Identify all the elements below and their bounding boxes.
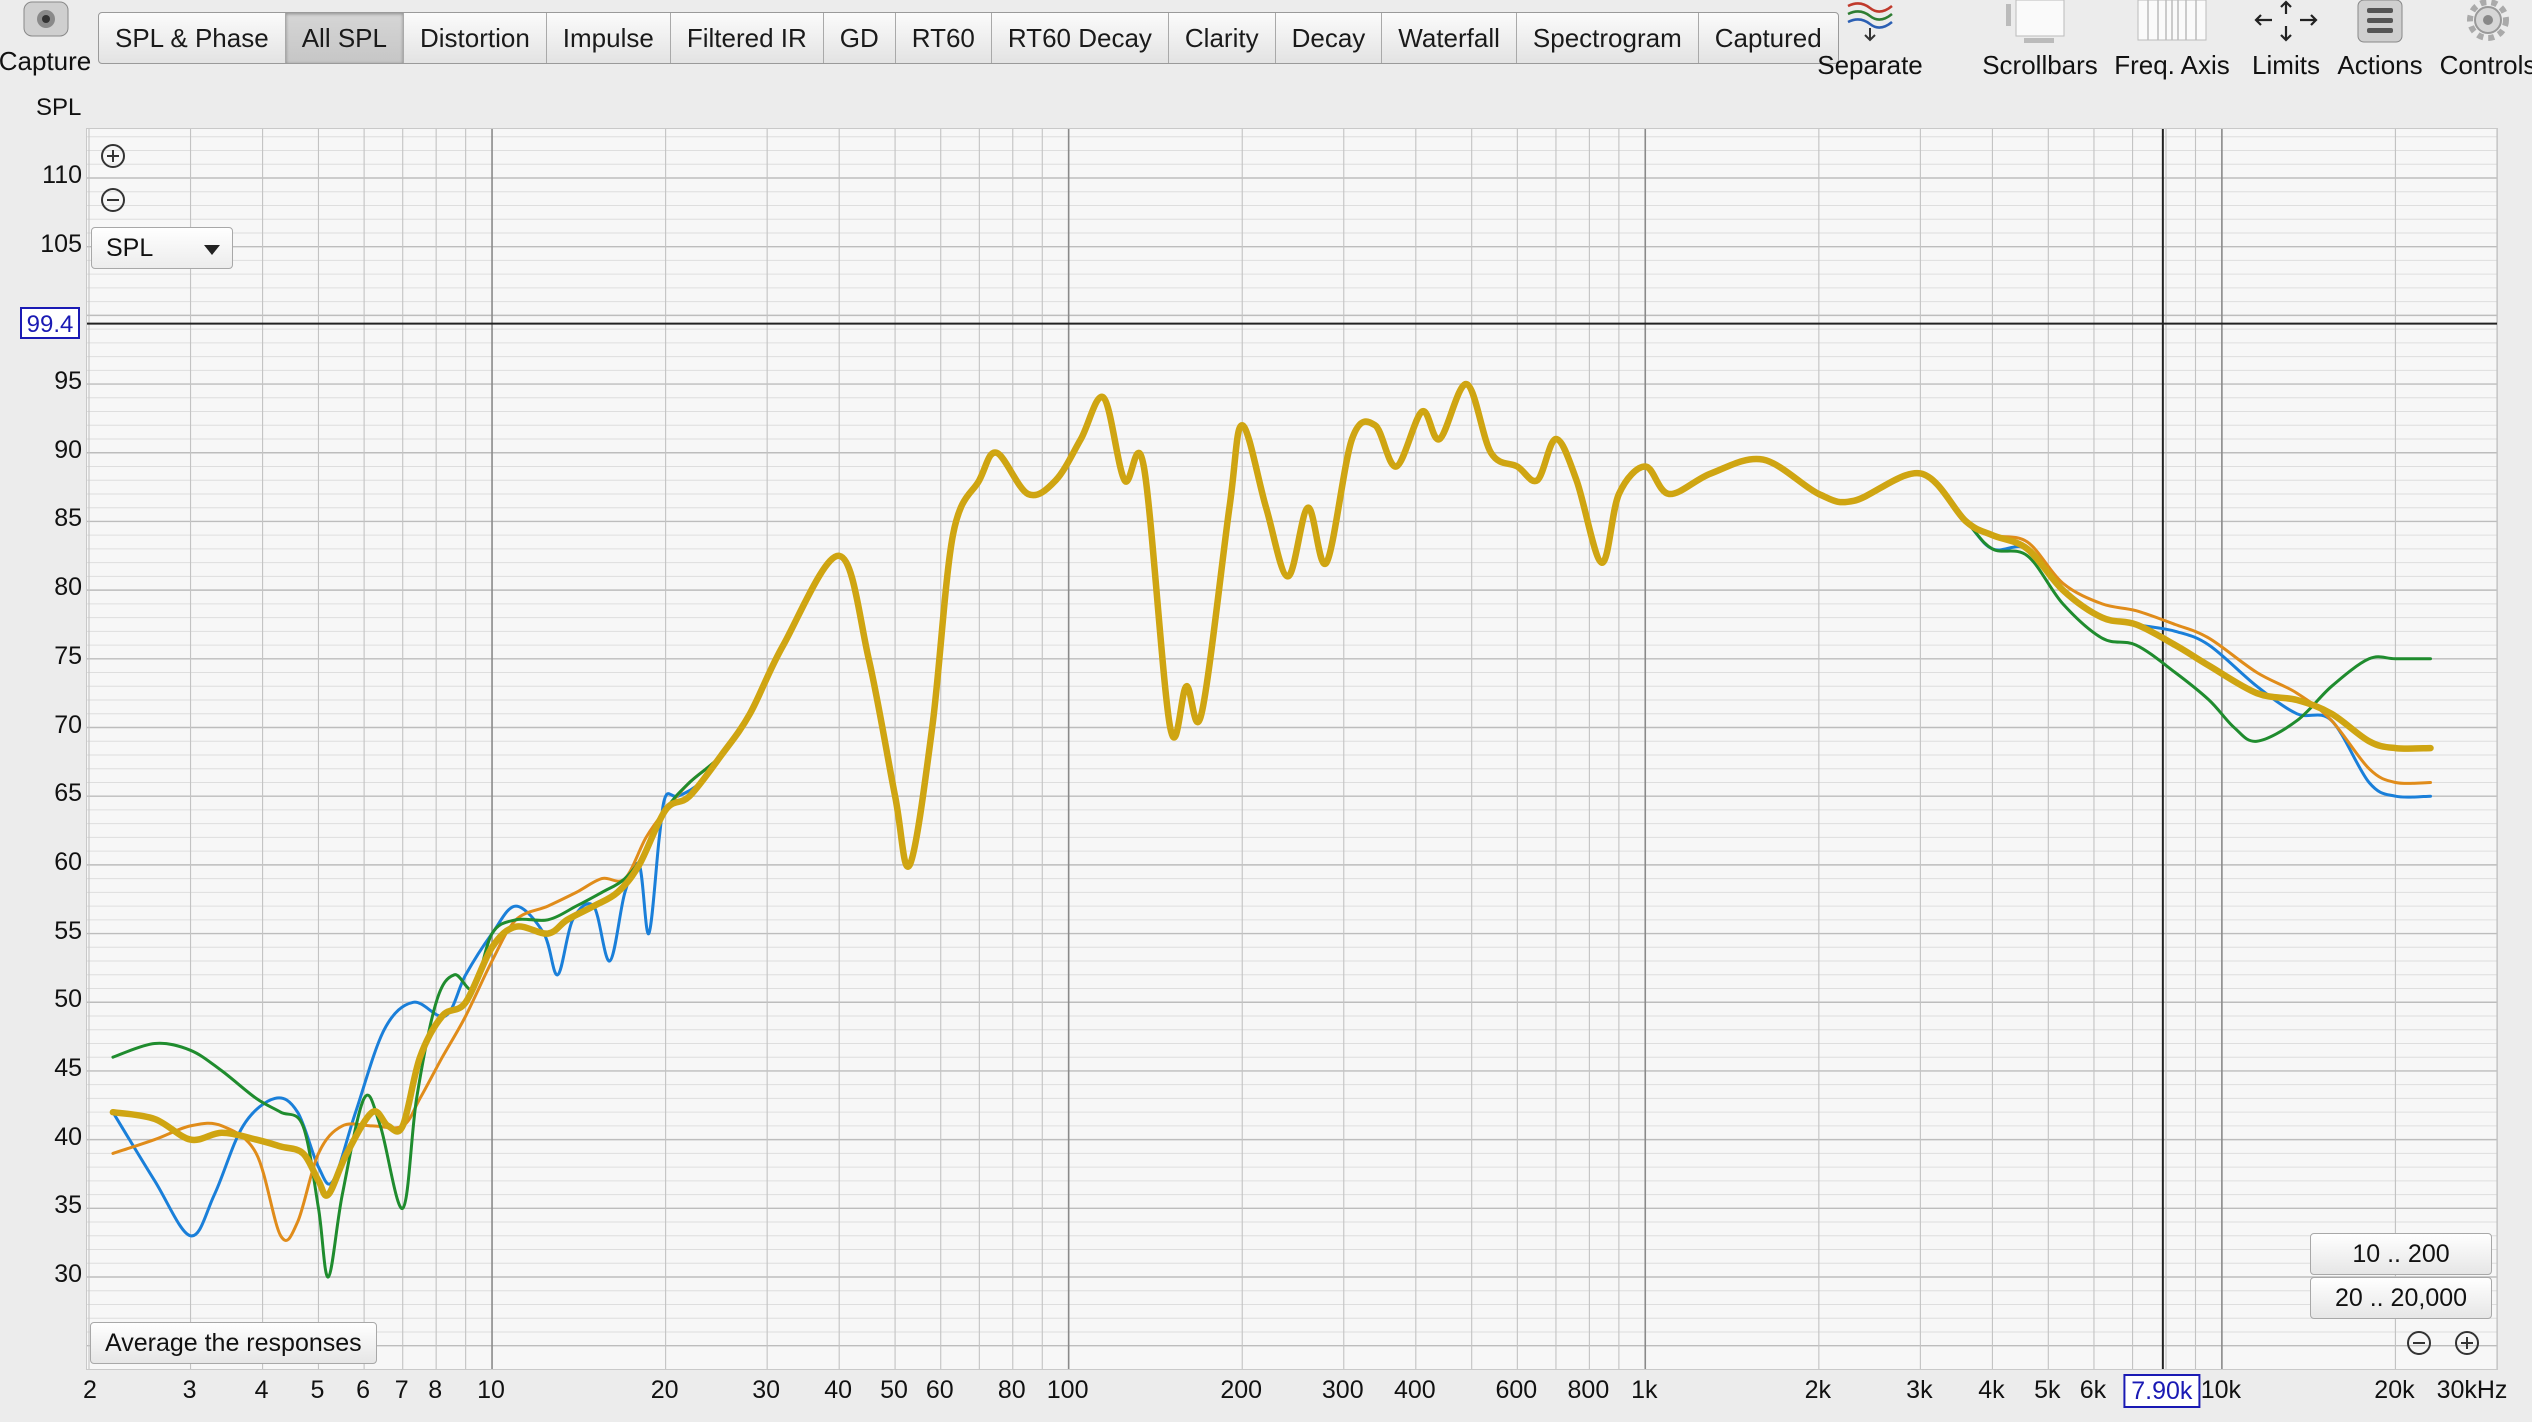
freq-axis-label: Freq. Axis — [2114, 50, 2230, 80]
x-tick-label: 80 — [997, 1376, 1026, 1404]
tab-filtered-ir[interactable]: Filtered IR — [671, 13, 824, 63]
separate-label: Separate — [1817, 50, 1923, 80]
tab-distortion[interactable]: Distortion — [404, 13, 547, 63]
x-zoom-in-icon[interactable] — [2454, 1330, 2480, 1356]
x-tick-label: 20 — [650, 1376, 679, 1404]
tab-impulse[interactable]: Impulse — [547, 13, 671, 63]
capture-button[interactable]: Capture — [0, 0, 91, 76]
separate-button[interactable]: Separate — [1810, 0, 1930, 80]
tab-rt60[interactable]: RT60 — [896, 13, 992, 63]
spl-select[interactable]: SPL — [91, 227, 233, 269]
scrollbars-button[interactable]: Scrollbars — [1980, 0, 2100, 80]
y-tick-label: 30 — [54, 1260, 82, 1288]
x-tick-label: 2k — [1804, 1376, 1832, 1404]
x-tick-label: 800 — [1567, 1376, 1610, 1404]
separate-icon — [1810, 0, 1930, 46]
freq-axis-button[interactable]: Freq. Axis — [2112, 0, 2232, 80]
plot-area[interactable] — [86, 128, 2498, 1370]
capture-label: Capture — [0, 46, 92, 76]
x-tick-label: 10k — [2200, 1376, 2242, 1404]
x-tick-label: 60 — [925, 1376, 954, 1404]
y-tick-label: 105 — [40, 229, 82, 258]
y-tick-label: 85 — [54, 504, 82, 533]
x-tick-label: 20k — [2374, 1376, 2415, 1404]
y-tick-label: 65 — [54, 779, 82, 808]
cursor-y-readout: 99.4 — [20, 307, 80, 339]
scrollbars-icon — [1980, 0, 2100, 46]
tab-rt60-decay[interactable]: RT60 Decay — [992, 13, 1169, 63]
x-tick-label: 8 — [428, 1376, 443, 1404]
x-tick-label: 300 — [1321, 1376, 1364, 1404]
freq-axis-icon — [2112, 0, 2232, 46]
x-zoom-out-icon[interactable] — [2406, 1330, 2432, 1356]
y-tick-label: 90 — [54, 435, 82, 464]
x-tick-label: 4 — [254, 1376, 269, 1404]
tab-spl-phase[interactable]: SPL & Phase — [99, 13, 286, 63]
controls-button[interactable]: Controls — [2428, 0, 2532, 80]
x-tick-label: 5k — [2034, 1376, 2061, 1404]
limits-label: Limits — [2252, 50, 2320, 80]
average-responses-button[interactable]: Average the responses — [90, 1322, 377, 1364]
tab-decay[interactable]: Decay — [1276, 13, 1383, 63]
y-tick-label: 60 — [54, 847, 82, 876]
x-tick-label: 600 — [1495, 1376, 1538, 1404]
zoom-in-icon[interactable] — [100, 143, 126, 169]
cursor-x-readout: 7.90k — [2123, 1374, 2201, 1408]
y-tick-label: 95 — [54, 367, 82, 396]
gear-icon — [2428, 0, 2532, 46]
x-tick-label: 4k — [1978, 1376, 2005, 1404]
graph-tabs: SPL & Phase All SPL Distortion Impulse Filte… — [98, 12, 1839, 64]
x-tick-label: 1k — [1631, 1376, 1658, 1404]
x-tick-label: 30 — [752, 1376, 781, 1404]
y-tick-label: 50 — [54, 985, 82, 1014]
scrollbars-label: Scrollbars — [1982, 50, 2098, 80]
tab-gd[interactable]: GD — [824, 13, 896, 63]
spl-chart — [87, 129, 2498, 1369]
actions-icon — [2320, 0, 2440, 46]
series-line-average — [109, 380, 2434, 1199]
y-tick-label: 70 — [54, 710, 82, 739]
actions-label: Actions — [2337, 50, 2423, 80]
x-tick-label: 3k — [1906, 1376, 1933, 1404]
tab-waterfall[interactable]: Waterfall — [1382, 13, 1517, 63]
range-10-200-button[interactable]: 10 .. 200 — [2310, 1233, 2492, 1275]
x-tick-label: 400 — [1393, 1376, 1436, 1404]
x-tick-label: 6 — [356, 1376, 371, 1404]
zoom-out-icon[interactable] — [100, 187, 126, 213]
y-tick-label: 40 — [54, 1122, 82, 1151]
y-tick-label: 45 — [54, 1053, 82, 1082]
y-tick-label: 110 — [42, 161, 82, 189]
tab-spectrogram[interactable]: Spectrogram — [1517, 13, 1699, 63]
x-tick-label: 2 — [83, 1376, 97, 1404]
y-tick-label: 35 — [54, 1191, 82, 1220]
x-tick-label: 200 — [1220, 1376, 1263, 1404]
x-tick-label: 3 — [182, 1376, 197, 1404]
range-20-20000-button[interactable]: 20 .. 20,000 — [2310, 1277, 2492, 1319]
chevron-down-icon — [204, 245, 220, 255]
x-tick-label: 40 — [824, 1376, 853, 1404]
x-tick-label: 100 — [1046, 1376, 1089, 1404]
tab-all-spl[interactable]: All SPL — [285, 13, 404, 63]
x-tick-label: 7 — [394, 1376, 409, 1404]
x-tick-label: 10 — [477, 1376, 505, 1404]
y-axis-title: SPL — [36, 94, 82, 121]
y-tick-label: 75 — [54, 641, 82, 670]
capture-icon — [0, 0, 90, 46]
actions-button[interactable]: Actions — [2320, 0, 2440, 80]
tab-clarity[interactable]: Clarity — [1169, 13, 1276, 63]
controls-label: Controls — [2439, 50, 2532, 80]
y-tick-label: 80 — [54, 573, 82, 602]
y-tick-label: 55 — [54, 916, 82, 945]
x-tick-label: 30kHz — [2436, 1376, 2508, 1404]
x-tick-label: 5 — [310, 1376, 325, 1404]
x-tick-label: 6k — [2079, 1376, 2107, 1404]
x-tick-label: 50 — [880, 1376, 908, 1404]
spl-select-value: SPL — [106, 234, 154, 262]
